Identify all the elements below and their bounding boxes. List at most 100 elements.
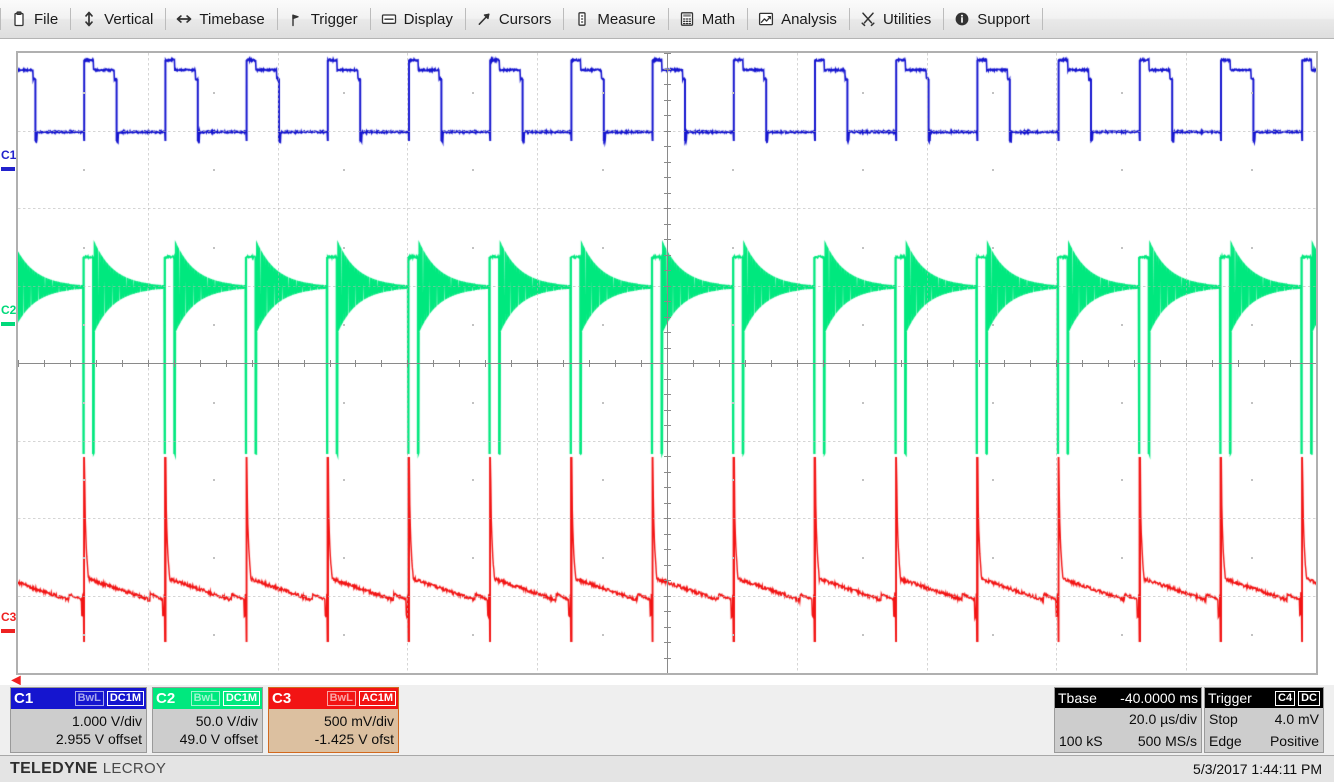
menu-item-label: Analysis xyxy=(781,11,837,28)
timebase-delay[interactable]: -40.0000 ms xyxy=(1120,691,1198,706)
menu-item-file[interactable]: File xyxy=(1,0,70,39)
channel-ground-marker-c1[interactable] xyxy=(1,167,15,171)
axis-tick xyxy=(745,360,746,367)
coupling-tag[interactable]: DC1M xyxy=(107,691,144,706)
menu-item-analysis[interactable]: Analysis xyxy=(748,0,849,39)
bandwidth-limit-tag[interactable]: BwL xyxy=(327,691,356,706)
grid-minor-dot xyxy=(1251,92,1253,94)
channel-status-c1[interactable]: C1 BwLDC1M 1.000 V/div2.955 V offset xyxy=(10,687,147,753)
bandwidth-limit-tag[interactable]: BwL xyxy=(75,691,104,706)
channel-status-c2[interactable]: C2BwLDC1M 50.0 V/div49.0 V offset xyxy=(152,687,263,753)
grid-minor-dot xyxy=(862,92,864,94)
coupling-tag[interactable]: AC1M xyxy=(359,691,396,706)
grid-minor-dot xyxy=(343,247,345,249)
channel-status-c3[interactable]: C3BwLAC1M500 mV/div-1.425 V ofst xyxy=(268,687,399,753)
channel-ground-marker-c3[interactable] xyxy=(1,629,15,633)
channel-header: C2BwLDC1M xyxy=(153,688,262,709)
grid-minor-dot xyxy=(602,169,604,171)
axis-tick xyxy=(664,503,671,504)
grid-minor-dot xyxy=(992,324,994,326)
trigger-state-row: Stop 4.0 mV xyxy=(1205,708,1323,730)
grid-minor-dot xyxy=(732,479,734,481)
axis-tick xyxy=(664,84,671,85)
menu-item-measure[interactable]: Measure xyxy=(564,0,667,39)
grid-minor-dot xyxy=(472,634,474,636)
trigger-slope[interactable]: Positive xyxy=(1270,730,1319,752)
axis-tick xyxy=(664,208,671,209)
channel-offset[interactable]: -1.425 V ofst xyxy=(315,731,394,748)
trigger-level[interactable]: 4.0 mV xyxy=(1275,708,1319,730)
trigger-state[interactable]: Stop xyxy=(1209,708,1238,730)
axis-tick xyxy=(664,193,671,194)
menu-item-label: File xyxy=(34,11,58,28)
timebase-scale[interactable]: 20.0 µs/div xyxy=(1129,708,1197,730)
grid-minor-dot xyxy=(83,634,85,636)
axis-tick xyxy=(901,360,902,367)
grid-minor-dot xyxy=(343,634,345,636)
channel-name: C1 xyxy=(14,691,33,706)
grid-minor-dot xyxy=(1121,169,1123,171)
channel-offset[interactable]: 2.955 V offset xyxy=(56,731,142,748)
grid-minor-dot xyxy=(862,169,864,171)
menu-item-timebase[interactable]: Timebase xyxy=(166,0,276,39)
menu-item-display[interactable]: Display xyxy=(371,0,465,39)
axis-tick xyxy=(537,360,538,367)
grid-minor-dot xyxy=(732,402,734,404)
axis-tick xyxy=(664,379,671,380)
clipboard-icon xyxy=(11,11,27,27)
grid-minor-dot xyxy=(472,169,474,171)
menu-item-utilities[interactable]: Utilities xyxy=(850,0,943,39)
axis-tick xyxy=(226,360,227,367)
coupling-tag[interactable]: DC1M xyxy=(223,691,260,706)
grid-minor-dot xyxy=(992,92,994,94)
channel-offset[interactable]: 49.0 V offset xyxy=(180,731,258,748)
grid-minor-dot xyxy=(343,169,345,171)
axis-tick xyxy=(1030,360,1031,367)
menu-item-math[interactable]: Math xyxy=(669,0,747,39)
menu-item-trigger[interactable]: Trigger xyxy=(278,0,370,39)
channel-ground-marker-c2[interactable] xyxy=(1,322,15,326)
grid-minor-dot xyxy=(992,169,994,171)
axis-tick xyxy=(664,487,671,488)
axis-tick xyxy=(304,360,305,367)
grid-minor-dot xyxy=(992,402,994,404)
axis-tick xyxy=(664,642,671,643)
grid-minor-dot xyxy=(472,92,474,94)
trigger-coupling-tag[interactable]: DC xyxy=(1298,691,1320,706)
grid-minor-dot xyxy=(862,634,864,636)
axis-tick xyxy=(664,348,671,349)
trigger-type[interactable]: Edge xyxy=(1209,730,1242,752)
channel-volts-per-div[interactable]: 500 mV/div xyxy=(324,713,394,730)
axis-tick xyxy=(641,360,642,367)
axis-tick xyxy=(664,162,671,163)
axis-tick xyxy=(664,270,671,271)
timebase-sample-rate[interactable]: 500 MS/s xyxy=(1138,730,1197,752)
grid-minor-dot xyxy=(732,557,734,559)
channel-volts-per-div[interactable]: 50.0 V/div xyxy=(196,713,258,730)
grid-minor-dot xyxy=(1121,402,1123,404)
graticule[interactable] xyxy=(16,51,1318,675)
axis-tick xyxy=(849,360,850,367)
axis-tick xyxy=(355,360,356,367)
bandwidth-limit-tag[interactable]: BwL xyxy=(191,691,220,706)
trigger-source-tag[interactable]: C4 xyxy=(1275,691,1295,706)
grid-minor-dot xyxy=(732,247,734,249)
menu-item-vertical[interactable]: Vertical xyxy=(71,0,165,39)
timebase-memory[interactable]: 100 kS xyxy=(1059,730,1103,752)
trigger-status[interactable]: TriggerC4DCStop4.0 mVEdgePositive xyxy=(1204,687,1324,753)
channel-label-c2: C2 xyxy=(1,303,16,317)
waveform-display-area[interactable]: ◄ C1C2C3 xyxy=(0,39,1334,685)
channel-volts-per-div[interactable]: 1.000 V/div xyxy=(72,713,142,730)
teledyne-lecroy-logo: TELEDYNE LECROY xyxy=(10,760,166,778)
grid-minor-dot xyxy=(343,402,345,404)
menu-item-support[interactable]: Support xyxy=(944,0,1042,39)
axis-tick xyxy=(664,596,671,597)
menu-item-label: Utilities xyxy=(883,11,931,28)
timebase-status[interactable]: Tbase-40.0000 ms20.0 µs/div100 kS500 MS/… xyxy=(1054,687,1202,753)
menu-item-cursors[interactable]: Cursors xyxy=(466,0,564,39)
axis-tick xyxy=(664,425,671,426)
grid-minor-dot xyxy=(213,479,215,481)
updown-arrow-icon xyxy=(81,11,97,27)
logo-teledyne: TELEDYNE xyxy=(10,760,98,778)
axis-tick xyxy=(664,131,671,132)
